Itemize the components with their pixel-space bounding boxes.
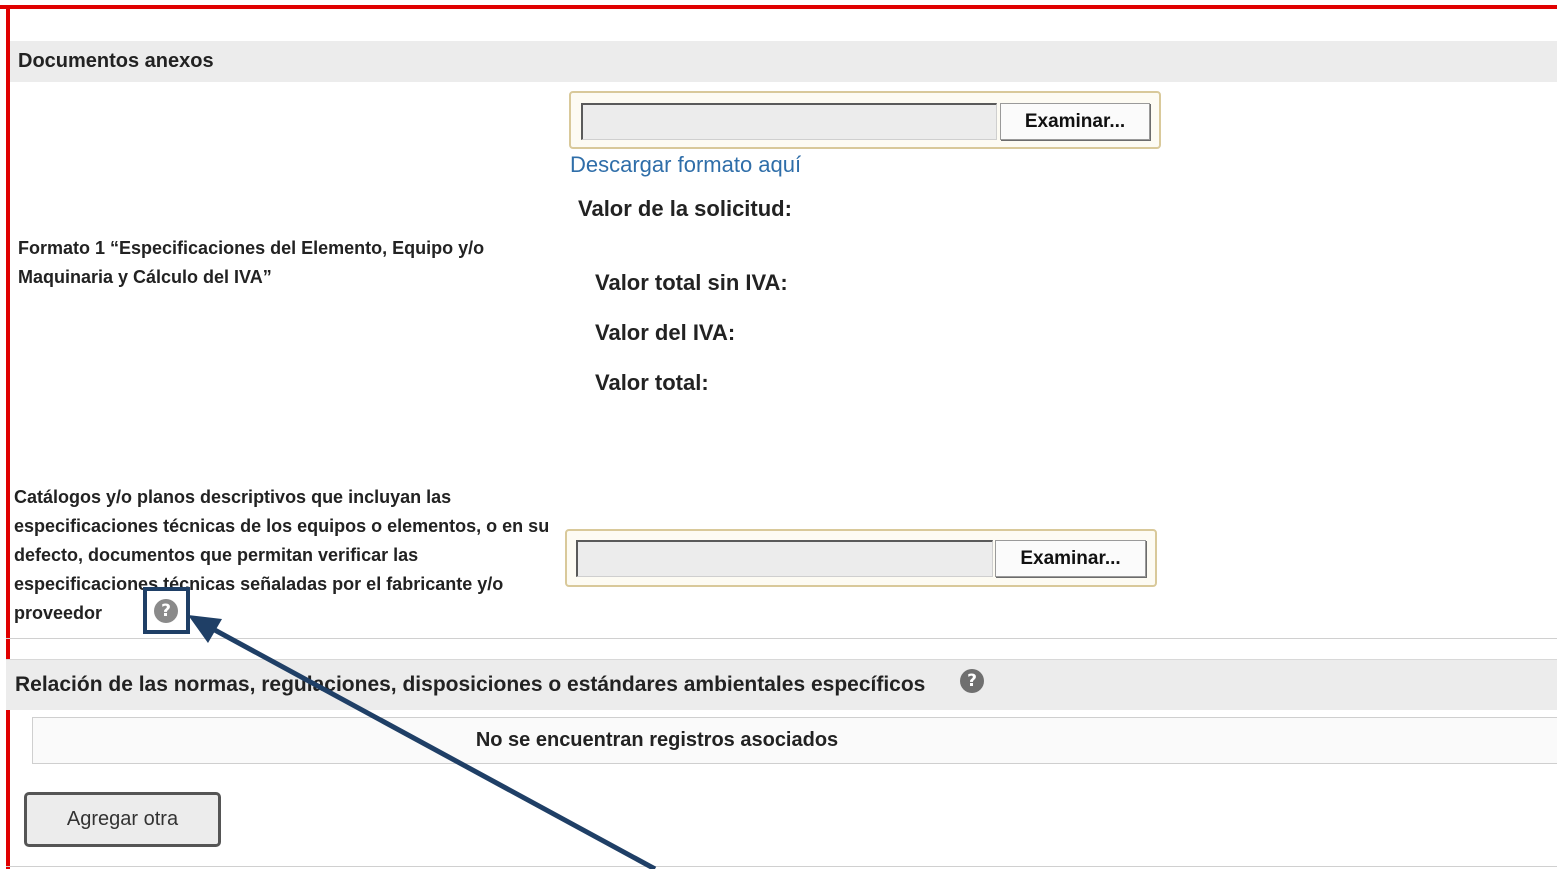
valor-total-label: Valor total: [595,370,709,395]
empty-records-message: No se encuentran registros asociados [475,729,839,751]
formato-1-label: Formato 1 “Especificaciones del Elemento… [18,238,485,287]
red-frame-top [0,5,1557,9]
normas-title: Relación de las normas, regulaciones, di… [15,673,926,696]
catalogos-label: Catálogos y/o planos descriptivos que in… [14,487,550,623]
valor-iva-label: Valor del IVA: [595,320,736,345]
bottom-divider [6,866,1557,867]
annotation-highlight-box [143,587,190,634]
empty-records-row: No se encuentran registros asociados [32,717,1557,764]
add-another-button[interactable]: Agregar otra [24,792,221,847]
formato-1-file-upload: Examinar... [569,91,1161,149]
catalogos-browse-button[interactable]: Examinar... [995,540,1146,577]
formato-1-browse-button[interactable]: Examinar... [1000,103,1150,140]
documentos-anexos-title: Documentos anexos [18,50,214,72]
formato-1-file-field[interactable] [581,103,997,140]
help-icon-glyph: ? [967,671,977,691]
valor-sin-iva-label: Valor total sin IVA: [595,270,788,295]
normas-header: Relación de las normas, regulaciones, di… [6,659,1557,710]
download-format-link[interactable]: Descargar formato aquí [570,152,801,178]
valor-solicitud-label: Valor de la solicitud: [578,196,792,221]
section-divider [6,638,1557,639]
documentos-anexos-header: Documentos anexos [10,41,1557,82]
help-icon[interactable]: ? [960,669,984,693]
red-frame-left [6,5,10,869]
catalogos-file-field[interactable] [576,540,993,577]
catalogos-file-upload: Examinar... [565,529,1157,587]
